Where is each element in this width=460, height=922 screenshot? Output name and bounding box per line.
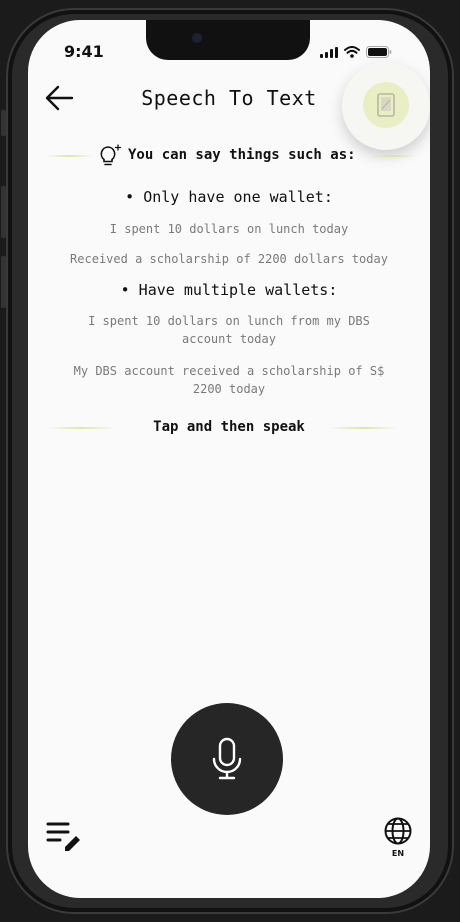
section-heading-multiple-wallets: • Have multiple wallets: (120, 281, 338, 299)
record-button[interactable] (171, 703, 283, 815)
language-button[interactable]: EN (380, 816, 416, 864)
globe-icon (384, 817, 412, 845)
example-text: Received a scholarship of 2200 dollars t… (70, 252, 388, 266)
notch (146, 20, 310, 60)
example-text: I spent 10 dollars on lunch today (109, 222, 349, 236)
camera (192, 33, 202, 43)
status-time: 9:41 (64, 42, 104, 61)
battery-icon (366, 46, 392, 58)
decorative-line (370, 155, 416, 157)
language-code: EN (391, 849, 405, 858)
example-text: My DBS account received a scholarship of… (73, 364, 385, 396)
edit-list-icon[interactable] (46, 820, 84, 852)
device-mode-button-inner (363, 82, 409, 128)
example-text: I spent 10 dollars on lunch from my DBS … (88, 314, 370, 346)
hint-header: You can say things such as: (28, 144, 430, 168)
cellular-signal-icon (320, 47, 338, 58)
side-button (1, 186, 6, 238)
instruction-row: Tap and then speak (28, 416, 430, 440)
wifi-icon (344, 46, 360, 58)
microphone-icon (212, 737, 242, 780)
side-button (1, 110, 6, 136)
section-heading-one-wallet: • Only have one wallet: (125, 188, 333, 206)
lightbulb-icon (100, 144, 122, 166)
device-mode-button[interactable] (342, 62, 430, 150)
side-button (1, 256, 6, 308)
app-screen: 9:41 Speech To Text You can say things s… (28, 20, 430, 898)
status-icons (320, 46, 392, 58)
decorative-line (46, 155, 92, 157)
phone-device-icon (377, 93, 395, 117)
home-indicator (164, 882, 294, 886)
hint-intro: You can say things such as: (128, 147, 356, 163)
decorative-line (328, 427, 398, 429)
